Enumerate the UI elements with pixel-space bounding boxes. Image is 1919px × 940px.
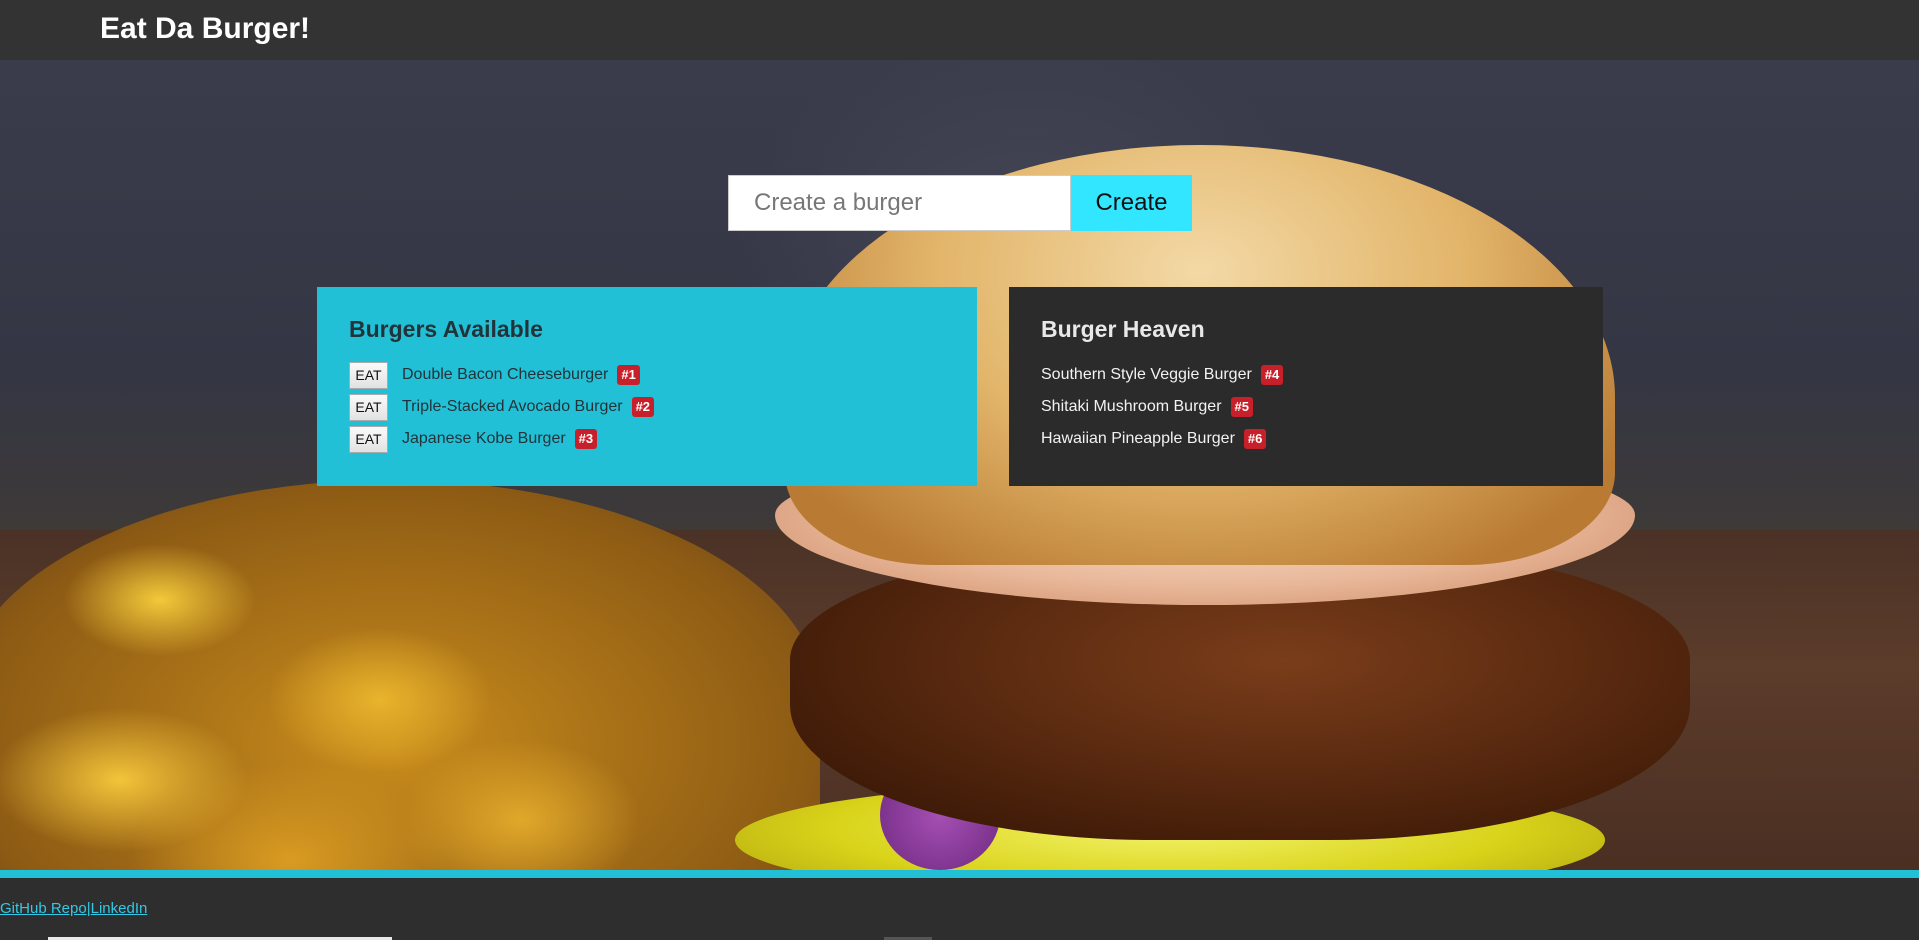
footer: GitHub Repo|LinkedIn <box>0 878 1919 940</box>
brand-title[interactable]: Eat Da Burger! <box>100 11 310 47</box>
burger-name: Southern Style Veggie Burger <box>1041 366 1252 383</box>
eat-button[interactable]: EAT <box>349 393 388 421</box>
hero-background: Create Burgers Available EAT Double Baco… <box>0 60 1919 870</box>
panel-title: Burger Heaven <box>1041 316 1205 342</box>
eat-button[interactable]: EAT <box>349 361 388 389</box>
list-item: Hawaiian Pineapple Burger #6 <box>1041 423 1571 455</box>
burger-name-input[interactable] <box>728 175 1071 231</box>
burger-id-badge: #1 <box>617 365 640 385</box>
burger-name: Hawaiian Pineapple Burger <box>1041 430 1235 447</box>
burger-name: Double Bacon Cheeseburger <box>402 366 609 383</box>
burger-name: Japanese Kobe Burger <box>402 430 566 447</box>
github-repo-link[interactable]: GitHub Repo <box>0 900 87 917</box>
eat-button[interactable]: EAT <box>349 425 388 453</box>
create-burger-form: Create <box>728 175 1192 231</box>
burgers-available-panel: Burgers Available EAT Double Bacon Chees… <box>317 287 977 486</box>
burger-id-badge: #5 <box>1230 397 1253 417</box>
navbar: Eat Da Burger! <box>0 0 1919 60</box>
burger-id-badge: #4 <box>1260 365 1284 385</box>
panel-title: Burgers Available <box>349 316 543 342</box>
footer-accent-stripe <box>0 870 1919 878</box>
create-button[interactable]: Create <box>1071 175 1192 231</box>
list-item: Shitaki Mushroom Burger #5 <box>1041 391 1571 423</box>
available-burger-list: EAT Double Bacon Cheeseburger #1 EAT Tri… <box>349 359 945 455</box>
list-item: Southern Style Veggie Burger #4 <box>1041 359 1571 391</box>
linkedin-link[interactable]: LinkedIn <box>91 900 148 917</box>
burger-id-badge: #6 <box>1243 429 1267 449</box>
burger-name: Triple-Stacked Avocado Burger <box>402 398 623 415</box>
burger-heaven-panel: Burger Heaven Southern Style Veggie Burg… <box>1009 287 1603 486</box>
list-item: EAT Japanese Kobe Burger #3 <box>349 423 945 455</box>
list-item: EAT Triple-Stacked Avocado Burger #2 <box>349 391 945 423</box>
burger-id-badge: #2 <box>631 397 655 417</box>
footer-links: GitHub Repo|LinkedIn <box>0 900 147 917</box>
burger-id-badge: #3 <box>574 429 598 449</box>
burger-name: Shitaki Mushroom Burger <box>1041 398 1222 415</box>
devoured-burger-list: Southern Style Veggie Burger #4 Shitaki … <box>1041 359 1571 455</box>
list-item: EAT Double Bacon Cheeseburger #1 <box>349 359 945 391</box>
